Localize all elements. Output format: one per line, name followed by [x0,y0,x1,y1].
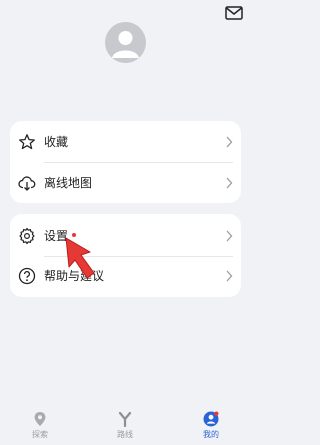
location-pin-icon [34,412,46,426]
star-icon [19,134,35,150]
chevron-right-icon [226,136,233,148]
menu-card-2: 设置 帮助与建议 [10,214,241,297]
menu-item-label: 收藏 [44,135,69,149]
route-icon [118,411,132,427]
bottom-tab-bar: 探索 路线 我的 [0,400,251,445]
mail-icon[interactable] [225,6,243,20]
tab-label: 我的 [203,430,219,439]
cloud-download-icon [18,176,36,191]
chevron-right-icon [226,270,233,282]
tab-mine[interactable]: 我的 [181,400,241,445]
menu-card-1: 收藏 离线地图 [10,121,241,203]
menu-item-offline-map[interactable]: 离线地图 [10,163,241,203]
menu-item-label: 离线地图 [44,176,93,190]
tab-route[interactable]: 路线 [95,400,155,445]
gear-icon [19,227,35,245]
avatar[interactable] [105,22,146,63]
profile-icon [203,411,219,427]
menu-item-help-feedback[interactable]: 帮助与建议 [10,256,241,296]
pointer-arrow-icon [65,237,95,279]
help-circle-icon [18,267,36,285]
tab-explore[interactable]: 探索 [10,400,70,445]
avatar-person-icon [112,31,139,58]
menu-item-settings[interactable]: 设置 [10,216,241,256]
chevron-right-icon [226,177,233,189]
menu-item-favorites[interactable]: 收藏 [10,122,241,162]
chevron-right-icon [226,230,233,242]
tab-label: 探索 [32,430,48,439]
tab-label: 路线 [117,430,133,439]
